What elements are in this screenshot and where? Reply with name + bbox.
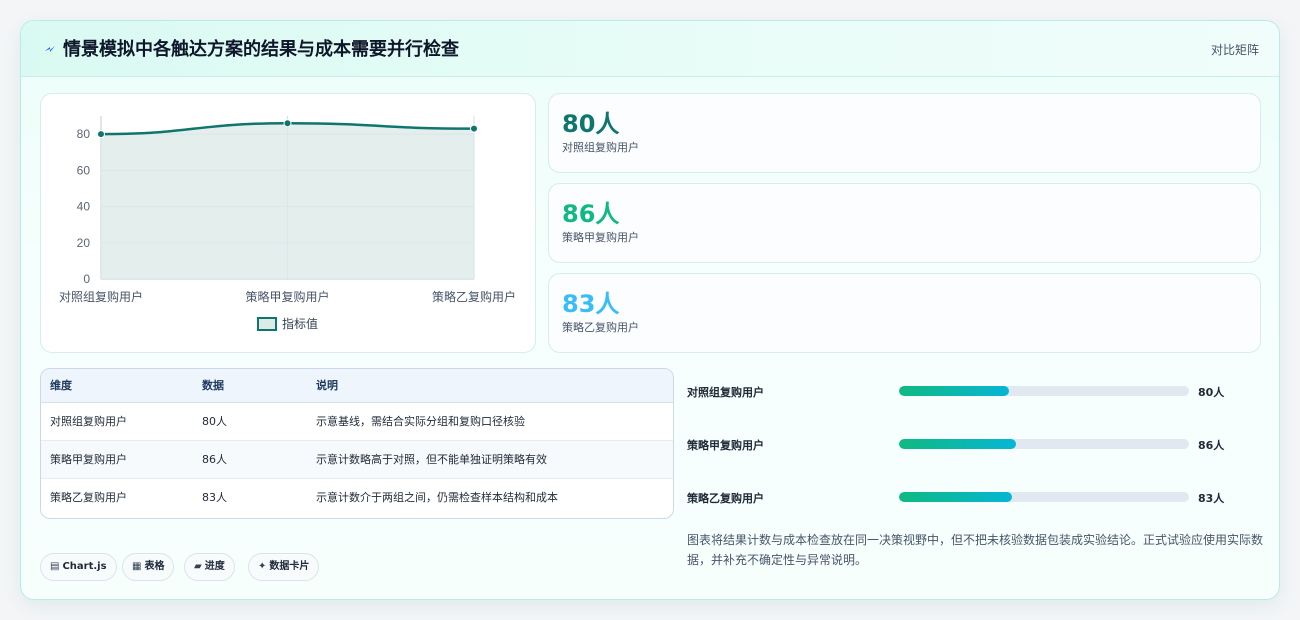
series-area [101,123,474,279]
table-row: 策略乙复购用户 83人 示意计数介于两组之间，仍需检查样本结构和成本 [41,478,673,516]
progress-label: 策略甲复购用户 [687,439,764,452]
kpi-card-strategy-b: 83人 策略乙复购用户 [548,273,1261,353]
progress-icon: ▰ [194,561,202,572]
chip-label: Chart.js [62,561,107,572]
table-header-row: 维度 数据 说明 [41,369,673,403]
table-cell: 策略乙复购用户 [50,491,127,505]
kpi-value: 86人 [562,200,620,228]
chip-label: 进度 [204,561,225,572]
y-tick-label: 0 [83,272,90,286]
progress-list: 对照组复购用户 80人 策略甲复购用户 86人 策略乙复购用户 83人 [687,377,1261,527]
progress-row: 策略乙复购用户 83人 [687,487,1261,507]
table-cell: 83人 [202,491,227,505]
kpi-value: 80人 [562,110,620,138]
y-tick-label: 60 [77,163,91,177]
legend-label: 指标值 [282,316,318,331]
progress-value: 80人 [1198,386,1225,399]
data-point [283,119,292,128]
table-cell: 策略甲复购用户 [41,440,193,479]
kpi-value: 83人 [562,290,620,318]
lightning-icon [45,46,55,52]
progress-value: 83人 [1198,492,1225,505]
main-card: 情景模拟中各触达方案的结果与成本需要并行检查 对比矩阵 0 20 40 60 80 对照组… [20,20,1280,600]
table-icon: ▦ [132,561,142,572]
kpi-card-strategy-a: 86人 策略甲复购用户 [548,183,1261,263]
sparkle-icon: ✦ [258,561,267,572]
progress-label: 对照组复购用户 [687,386,764,399]
x-tick-label: 对照组复购用户 [59,289,143,304]
x-tick-label: 策略乙复购用户 [432,289,516,304]
x-tick-label: 策略甲复购用户 [245,289,329,304]
kpi-label: 对照组复购用户 [562,141,639,154]
progress-row: 策略甲复购用户 86人 [687,434,1261,454]
legend-swatch [257,317,277,331]
chart-note: 图表将结果计数与成本检查放在同一决策视野中，但不把未核验数据包装成实验结论。正式… [687,533,1264,567]
progress-track [899,492,1189,502]
chip-label: 数据卡片 [269,561,310,572]
progress-label: 策略乙复购用户 [687,492,764,505]
progress-fill [899,439,1017,449]
data-table-panel: 维度 数据 说明 对照组复购用户 80人 示意基线，需结合实际分组和复购口径核验… [40,368,674,519]
table-cell: 80人 [193,402,307,441]
table-row: 对照组复购用户 80人 示意基线，需结合实际分组和复购口径核验 [41,402,673,441]
y-tick-label: 80 [77,127,91,141]
table-cell: 86人 [193,440,307,479]
column-header: 说明 [307,369,673,403]
chip-chartjs[interactable]: ▤ Chart.js [40,553,117,581]
page-title: 情景模拟中各触达方案的结果与成本需要并行检查 [63,39,459,60]
progress-fill [899,492,1013,502]
y-tick-label: 20 [77,236,91,250]
card-header: 情景模拟中各触达方案的结果与成本需要并行检查 对比矩阵 [21,21,1279,77]
data-point [97,130,105,139]
kpi-card-control: 80人 对照组复购用户 [548,93,1261,173]
table-cell: 对照组复购用户 [41,402,193,441]
progress-fill [899,386,1010,396]
chip-data-card[interactable]: ✦ 数据卡片 [248,553,320,581]
chip-table[interactable]: ▦ 表格 [122,553,175,581]
progress-track [899,439,1189,449]
table-cell: 示意计数介于两组之间，仍需检查样本结构和成本 [316,491,558,505]
line-chart-panel: 0 20 40 60 80 对照组复购用户 策略甲复购用户 策略乙复购用户指标值 [40,93,536,353]
chip-progress[interactable]: ▰ 进度 [184,553,235,581]
column-header: 数据 [193,369,307,403]
progress-track [899,386,1189,396]
progress-value: 86人 [1198,439,1225,452]
line-chart: 0 20 40 60 80 对照组复购用户 策略甲复购用户 策略乙复购用户指标值 [59,116,516,331]
column-header: 维度 [41,369,193,403]
chip-label: 表格 [144,561,165,572]
progress-row: 对照组复购用户 80人 [687,381,1261,401]
view-tag[interactable]: 对比矩阵 [1211,41,1259,58]
table-cell: 示意计数略高于对照，但不能单独证明策略有效 [307,440,673,479]
y-tick-label: 40 [77,200,91,214]
table-cell: 示意基线，需结合实际分组和复购口径核验 [307,402,673,441]
chart-icon: ▤ [50,561,60,572]
data-table: 维度 数据 说明 对照组复购用户 80人 示意基线，需结合实际分组和复购口径核验… [41,369,673,516]
data-point [470,124,478,133]
table-row: 策略甲复购用户 86人 示意计数略高于对照，但不能单独证明策略有效 [41,440,673,479]
kpi-label: 策略甲复购用户 [562,231,639,244]
kpi-label: 策略乙复购用户 [562,321,639,334]
